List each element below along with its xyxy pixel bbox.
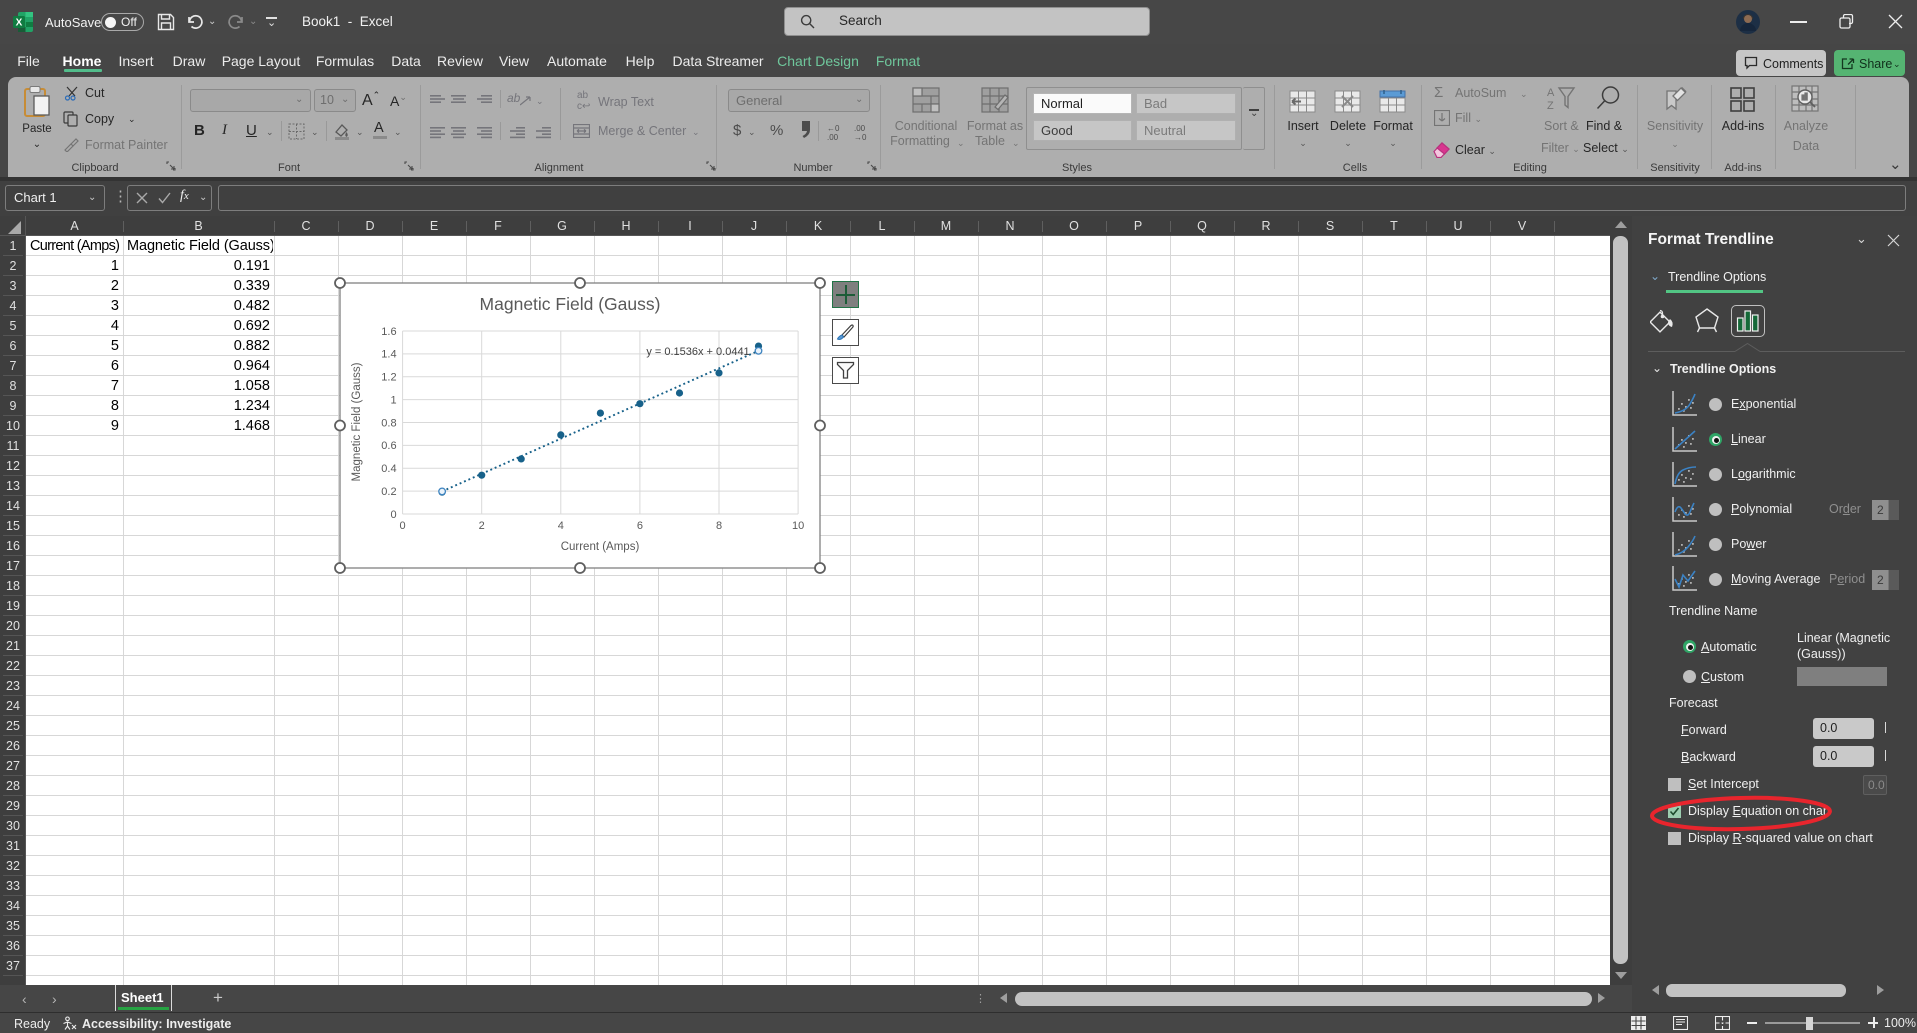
svg-text:0: 0 [390,509,396,521]
svg-text:0.6: 0.6 [381,440,396,452]
svg-text:Magnetic Field (Gauss): Magnetic Field (Gauss) [351,362,363,481]
svg-text:0.8: 0.8 [381,417,396,429]
svg-text:2: 2 [479,520,485,532]
svg-text:y = 0.1536x + 0.0441: y = 0.1536x + 0.0441 [646,346,749,358]
svg-text:8: 8 [716,520,722,532]
svg-text:Magnetic Field (Gauss): Magnetic Field (Gauss) [480,294,661,314]
svg-text:0.4: 0.4 [381,463,396,475]
svg-text:0: 0 [400,520,406,532]
svg-text:0.2: 0.2 [381,486,396,498]
svg-text:1.2: 1.2 [381,372,396,384]
svg-text:Z: Z [1547,100,1554,112]
svg-text:Current (Amps): Current (Amps) [561,541,640,553]
svg-text:1.4: 1.4 [381,349,396,361]
svg-text:1.6: 1.6 [381,326,396,338]
svg-text:6: 6 [637,520,643,532]
svg-text:1: 1 [390,394,396,406]
svg-text:10: 10 [792,520,804,532]
svg-text:A: A [1547,87,1555,99]
svg-text:4: 4 [558,520,564,532]
svg-text:X: X [16,18,23,29]
